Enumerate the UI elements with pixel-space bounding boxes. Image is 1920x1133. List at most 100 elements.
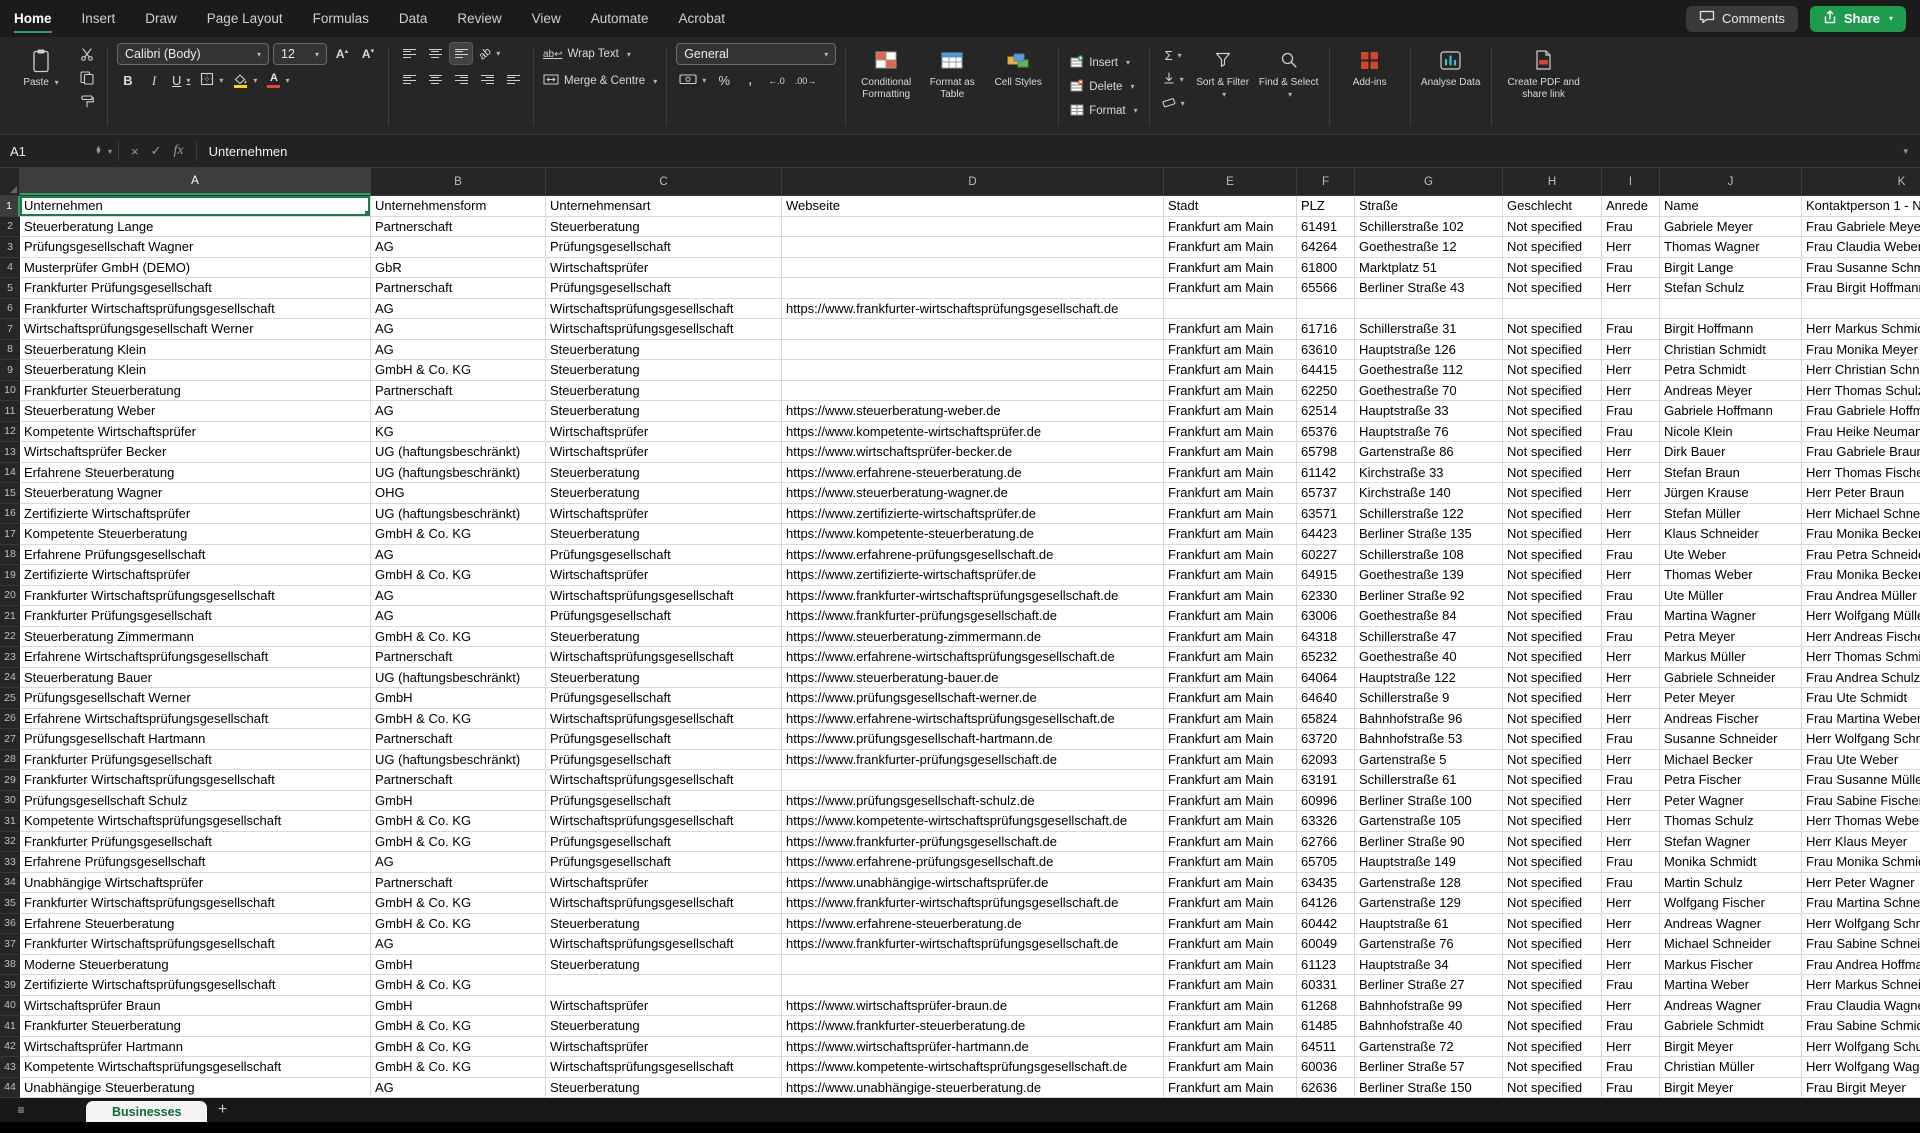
autosum-button[interactable]: Σ▾ <box>1159 45 1188 66</box>
cell-D31[interactable]: https://www.kompetente-wirtschaftsprüfun… <box>782 811 1164 832</box>
row-header-41[interactable]: 41 <box>0 1016 20 1037</box>
menu-tab-acrobat[interactable]: Acrobat <box>679 0 726 37</box>
format-painter-button[interactable] <box>76 93 98 114</box>
cell-J13[interactable]: Dirk Bauer <box>1660 442 1802 463</box>
cell-B5[interactable]: Partnerschaft <box>371 278 546 299</box>
sheet-tab-businesses[interactable]: Businesses <box>86 1101 207 1122</box>
cell-D30[interactable]: https://www.prüfungsgesellschaft-schulz.… <box>782 791 1164 812</box>
cell-J5[interactable]: Stefan Schulz <box>1660 278 1802 299</box>
delete-cells-button[interactable]: Delete ▾ <box>1068 77 1139 96</box>
cell-E37[interactable]: Frankfurt am Main <box>1164 934 1297 955</box>
cell-B21[interactable]: AG <box>371 606 546 627</box>
add-sheet-button[interactable]: + <box>207 1098 237 1122</box>
decrease-font-size-button[interactable]: A <box>357 44 379 65</box>
cell-F29[interactable]: 63191 <box>1297 770 1355 791</box>
cell-C41[interactable]: Steuerberatung <box>546 1016 782 1037</box>
cell-I22[interactable]: Frau <box>1602 627 1660 648</box>
cell-G22[interactable]: Schillerstraße 47 <box>1355 627 1503 648</box>
cell-I35[interactable]: Herr <box>1602 893 1660 914</box>
cell-G44[interactable]: Berliner Straße 150 <box>1355 1078 1503 1099</box>
cell-B32[interactable]: GmbH & Co. KG <box>371 832 546 853</box>
cell-H17[interactable]: Not specified <box>1503 524 1602 545</box>
cell-E26[interactable]: Frankfurt am Main <box>1164 709 1297 730</box>
cell-K20[interactable]: Frau Andrea Müller <box>1802 586 1920 607</box>
cell-K44[interactable]: Frau Birgit Meyer <box>1802 1078 1920 1099</box>
cell-C33[interactable]: Prüfungsgesellschaft <box>546 852 782 873</box>
cell-F42[interactable]: 64511 <box>1297 1037 1355 1058</box>
cell-C30[interactable]: Prüfungsgesellschaft <box>546 791 782 812</box>
cell-A23[interactable]: Erfahrene Wirtschaftsprüfungsgesellschaf… <box>20 647 371 668</box>
cell-D7[interactable] <box>782 319 1164 340</box>
cell-K34[interactable]: Herr Peter Wagner <box>1802 873 1920 894</box>
cell-F9[interactable]: 64415 <box>1297 360 1355 381</box>
cell-G40[interactable]: Bahnhofstraße 99 <box>1355 996 1503 1017</box>
cell-A36[interactable]: Erfahrene Steuerberatung <box>20 914 371 935</box>
cell-D10[interactable] <box>782 381 1164 402</box>
cell-B35[interactable]: GmbH & Co. KG <box>371 893 546 914</box>
cell-H37[interactable]: Not specified <box>1503 934 1602 955</box>
cell-H38[interactable]: Not specified <box>1503 955 1602 976</box>
cell-B15[interactable]: OHG <box>371 483 546 504</box>
cell-F17[interactable]: 64423 <box>1297 524 1355 545</box>
cell-E22[interactable]: Frankfurt am Main <box>1164 627 1297 648</box>
formula-bar-value[interactable]: Unternehmen <box>197 144 288 159</box>
chevron-down-icon[interactable]: ▾ <box>108 147 112 156</box>
cell-C13[interactable]: Wirtschaftsprüfer <box>546 442 782 463</box>
row-header-12[interactable]: 12 <box>0 422 20 443</box>
cell-K5[interactable]: Frau Birgit Hoffmann <box>1802 278 1920 299</box>
cell-I8[interactable]: Herr <box>1602 340 1660 361</box>
cell-G10[interactable]: Goethestraße 70 <box>1355 381 1503 402</box>
cell-C14[interactable]: Steuerberatung <box>546 463 782 484</box>
cell-I4[interactable]: Frau <box>1602 258 1660 279</box>
cell-I19[interactable]: Herr <box>1602 565 1660 586</box>
cell-E28[interactable]: Frankfurt am Main <box>1164 750 1297 771</box>
cell-G29[interactable]: Schillerstraße 61 <box>1355 770 1503 791</box>
column-header-H[interactable]: H <box>1503 168 1602 195</box>
cell-K21[interactable]: Herr Wolfgang Müller <box>1802 606 1920 627</box>
cell-B41[interactable]: GmbH & Co. KG <box>371 1016 546 1037</box>
cell-A17[interactable]: Kompetente Steuerberatung <box>20 524 371 545</box>
cell-D40[interactable]: https://www.wirtschaftsprüfer-braun.de <box>782 996 1164 1017</box>
cell-C24[interactable]: Steuerberatung <box>546 668 782 689</box>
cell-B36[interactable]: GmbH & Co. KG <box>371 914 546 935</box>
cell-K35[interactable]: Frau Martina Schneider <box>1802 893 1920 914</box>
cell-A5[interactable]: Frankfurter Prüfungsgesellschaft <box>20 278 371 299</box>
cell-G13[interactable]: Gartenstraße 86 <box>1355 442 1503 463</box>
cell-G43[interactable]: Berliner Straße 57 <box>1355 1057 1503 1078</box>
cut-button[interactable] <box>76 45 98 66</box>
cell-G3[interactable]: Goethestraße 12 <box>1355 237 1503 258</box>
cell-K32[interactable]: Herr Klaus Meyer <box>1802 832 1920 853</box>
cell-F21[interactable]: 63006 <box>1297 606 1355 627</box>
sheet-list-icon[interactable]: ≡ <box>8 1098 34 1122</box>
cell-K10[interactable]: Herr Thomas Schulz <box>1802 381 1920 402</box>
cell-F1[interactable]: PLZ <box>1297 196 1355 217</box>
cell-A26[interactable]: Erfahrene Wirtschaftsprüfungsgesellschaf… <box>20 709 371 730</box>
cell-A28[interactable]: Frankfurter Prüfungsgesellschaft <box>20 750 371 771</box>
cell-styles-button[interactable]: Cell Styles <box>987 43 1049 89</box>
cell-K28[interactable]: Frau Ute Weber <box>1802 750 1920 771</box>
cell-G7[interactable]: Schillerstraße 31 <box>1355 319 1503 340</box>
row-header-33[interactable]: 33 <box>0 852 20 873</box>
cell-E38[interactable]: Frankfurt am Main <box>1164 955 1297 976</box>
cell-B29[interactable]: Partnerschaft <box>371 770 546 791</box>
cell-A12[interactable]: Kompetente Wirtschaftsprüfer <box>20 422 371 443</box>
menu-tab-review[interactable]: Review <box>457 0 501 37</box>
cell-G26[interactable]: Bahnhofstraße 96 <box>1355 709 1503 730</box>
cell-A15[interactable]: Steuerberatung Wagner <box>20 483 371 504</box>
cell-F31[interactable]: 63326 <box>1297 811 1355 832</box>
cell-D19[interactable]: https://www.zertifizierte-wirtschaftsprü… <box>782 565 1164 586</box>
cell-F10[interactable]: 62250 <box>1297 381 1355 402</box>
cell-B18[interactable]: AG <box>371 545 546 566</box>
row-header-42[interactable]: 42 <box>0 1037 20 1058</box>
row-header-3[interactable]: 3 <box>0 237 20 258</box>
cell-G12[interactable]: Hauptstraße 76 <box>1355 422 1503 443</box>
cell-I25[interactable]: Herr <box>1602 688 1660 709</box>
cell-E16[interactable]: Frankfurt am Main <box>1164 504 1297 525</box>
cell-C17[interactable]: Steuerberatung <box>546 524 782 545</box>
cell-D33[interactable]: https://www.erfahrene-prüfungsgesellscha… <box>782 852 1164 873</box>
cell-D4[interactable] <box>782 258 1164 279</box>
cell-H14[interactable]: Not specified <box>1503 463 1602 484</box>
cell-F26[interactable]: 65824 <box>1297 709 1355 730</box>
cell-J41[interactable]: Gabriele Schmidt <box>1660 1016 1802 1037</box>
cell-J26[interactable]: Andreas Fischer <box>1660 709 1802 730</box>
